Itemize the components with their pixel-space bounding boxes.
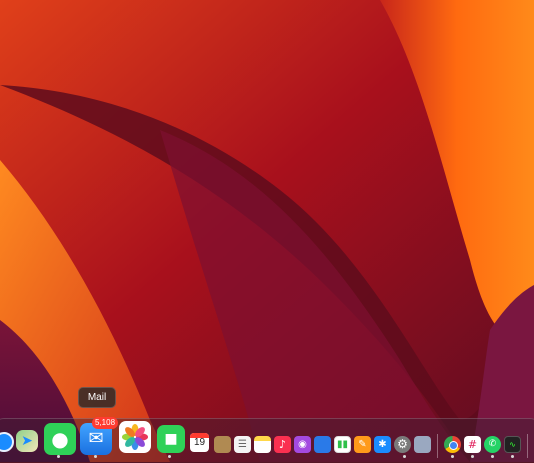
app-store-icon[interactable]: ✱	[374, 436, 391, 453]
podcasts-icon[interactable]: ◉	[294, 436, 311, 453]
pages-icon[interactable]: ✎	[354, 436, 371, 453]
activity-monitor-icon[interactable]: ∿	[504, 436, 521, 453]
preview-icon[interactable]	[414, 436, 431, 453]
chrome-center	[449, 441, 458, 450]
speech-bubble-icon: ●	[51, 427, 69, 451]
pen-icon: ✎	[358, 439, 367, 450]
maps-glyph-icon: ➤	[21, 433, 33, 449]
a-icon: ✱	[378, 439, 387, 450]
notes-icon[interactable]	[254, 436, 271, 453]
photos-icon[interactable]	[119, 421, 151, 453]
contacts-icon[interactable]	[214, 436, 231, 453]
reminders-icon[interactable]: ☰	[234, 436, 251, 453]
dock-separator-2	[527, 434, 528, 458]
running-indicator	[451, 455, 454, 458]
note-icon: ♪	[278, 438, 287, 451]
running-indicator	[471, 455, 474, 458]
music-icon[interactable]: ♪	[274, 436, 291, 453]
whatsapp-icon[interactable]: ✆	[484, 436, 501, 453]
keynote-icon[interactable]	[314, 436, 331, 453]
facetime-icon[interactable]: ■	[157, 425, 185, 453]
graph-icon: ∿	[509, 440, 516, 449]
camera-icon: ■	[164, 431, 178, 447]
calendar-icon[interactable]: 19	[190, 433, 209, 452]
calendar-day: 19	[193, 437, 206, 448]
mail-badge: 5,108	[92, 417, 119, 429]
hash-icon: #	[467, 438, 478, 451]
podcast-wave-icon: ◉	[298, 439, 307, 450]
gear-icon: ⚙	[397, 437, 408, 451]
numbers-icon[interactable]: ▮▮	[334, 436, 351, 453]
photos-flower-icon	[122, 424, 148, 450]
running-indicator	[57, 455, 60, 458]
running-indicator	[491, 455, 494, 458]
running-indicator	[511, 455, 514, 458]
bars-icon: ▮▮	[336, 439, 348, 450]
dock-separator	[437, 434, 438, 458]
slack-icon[interactable]: #	[464, 436, 481, 453]
running-indicator	[94, 455, 97, 458]
messages-icon[interactable]: ●	[44, 423, 76, 455]
running-indicator	[403, 455, 406, 458]
list-icon: ☰	[238, 439, 247, 450]
system-settings-icon[interactable]: ⚙	[394, 436, 411, 453]
dock-tooltip: Mail	[78, 387, 116, 408]
chrome-icon[interactable]	[444, 436, 461, 453]
maps-icon[interactable]: ➤	[16, 430, 38, 452]
running-indicator	[168, 455, 171, 458]
phone-icon: ✆	[488, 439, 497, 449]
